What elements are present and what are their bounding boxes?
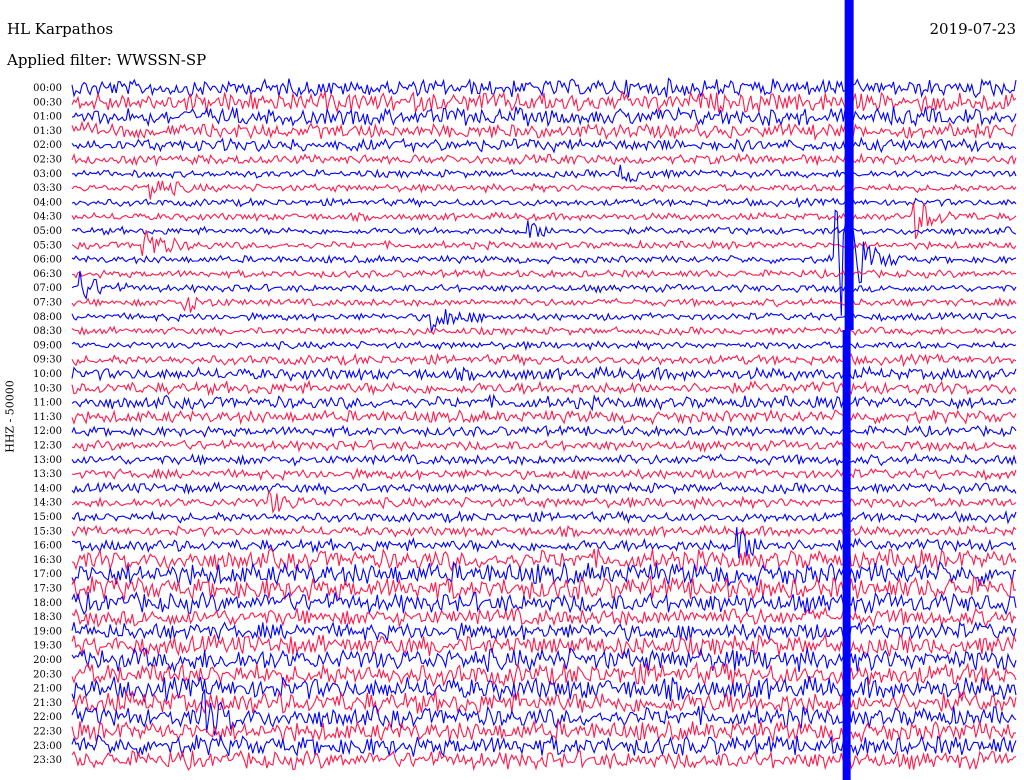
tick-label: 22:30 [33,727,62,738]
trace-line [71,490,1017,514]
tick-label: 00:30 [33,97,62,108]
tick-label: 09:30 [33,355,62,366]
seismic-traces [71,0,1017,780]
trace-line [71,365,1017,383]
trace-line [71,379,1017,397]
trace-line [71,733,1017,758]
tick-label: 02:00 [33,140,62,151]
tick-label: 13:30 [33,469,62,480]
tick-label: 01:00 [33,112,62,123]
trace-line [71,467,1017,482]
large-event-spike [844,0,854,330]
trace-line [71,408,1017,426]
tick-label: 00:00 [33,83,62,94]
tick-label: 05:30 [33,240,62,251]
trace-line [71,524,1017,539]
tick-label: 19:00 [33,626,62,637]
helicorder-plot: 00:00 00:30 01:00 01:30 02:00 02:30 03:00 03:30… [33,0,1017,780]
tick-label: 01:30 [33,126,62,137]
trace-line [71,393,1017,412]
trace-line [71,749,1017,771]
trace-line [72,267,1017,280]
tick-label: 21:00 [33,684,62,695]
tick-label: 08:00 [33,312,62,323]
tick-label: 13:00 [33,455,62,466]
tick-label: 21:30 [33,698,62,709]
trace-line [71,325,1017,337]
trace-line [71,452,1017,467]
trace-line [71,632,1017,658]
tick-label: 22:00 [33,712,62,723]
tick-label: 07:30 [33,298,62,309]
tick-label: 14:30 [33,498,62,509]
tick-label: 15:00 [33,512,62,523]
trace-line [71,661,1017,690]
trace-line [71,152,1017,167]
tick-label: 20:30 [33,669,62,680]
trace-line [71,90,1017,114]
tick-label: 04:00 [33,197,62,208]
trace-line [71,136,1017,154]
tick-label: 08:30 [33,326,62,337]
tick-label: 09:00 [33,340,62,351]
tick-label: 23:00 [33,741,62,752]
tick-label: 15:30 [33,526,62,537]
hour-tick-labels: 00:00 00:30 01:00 01:30 02:00 02:30 03:00 03:30… [33,83,62,766]
tick-label: 17:00 [33,569,62,580]
trace-line [71,270,1017,301]
trace-line [71,605,1017,629]
trace-line [71,180,1017,200]
tick-label: 17:30 [33,584,62,595]
trace-line [71,352,1017,368]
trace-line [71,106,1017,128]
trace-line [71,675,1017,704]
trace-line [71,509,1017,525]
tick-label: 06:00 [33,255,62,266]
tick-label: 03:30 [33,183,62,194]
trace-line [71,481,1017,496]
trace-line [71,209,1017,316]
tick-label: 07:00 [33,283,62,294]
trace-line [71,690,1017,715]
tick-label: 16:30 [33,555,62,566]
tick-label: 05:00 [33,226,62,237]
tick-label: 18:00 [33,598,62,609]
trace-line [71,438,1017,453]
tick-label: 16:00 [33,541,62,552]
tick-label: 10:00 [33,369,62,380]
large-event-tail [842,330,851,780]
tick-label: 20:00 [33,655,62,666]
trace-line [71,202,1017,240]
trace-line [71,339,1017,352]
tick-label: 02:30 [33,155,62,166]
trace-line [71,220,1017,238]
trace-line [71,424,1017,439]
tick-label: 14:00 [33,483,62,494]
tick-label: 10:30 [33,383,62,394]
trace-line [71,560,1017,587]
tick-label: 11:30 [33,412,62,423]
tick-label: 23:30 [33,755,62,766]
tick-label: 18:30 [33,612,62,623]
tick-label: 06:30 [33,269,62,280]
trace-line [71,196,1017,209]
trace-line [71,164,1017,183]
trace-line [71,120,1017,141]
tick-label: 11:00 [33,398,62,409]
tick-label: 12:00 [33,426,62,437]
trace-line [71,296,1017,313]
tick-label: 04:30 [33,212,62,223]
tick-label: 03:00 [33,169,62,180]
tick-label: 12:30 [33,441,62,452]
tick-label: 19:30 [33,641,62,652]
